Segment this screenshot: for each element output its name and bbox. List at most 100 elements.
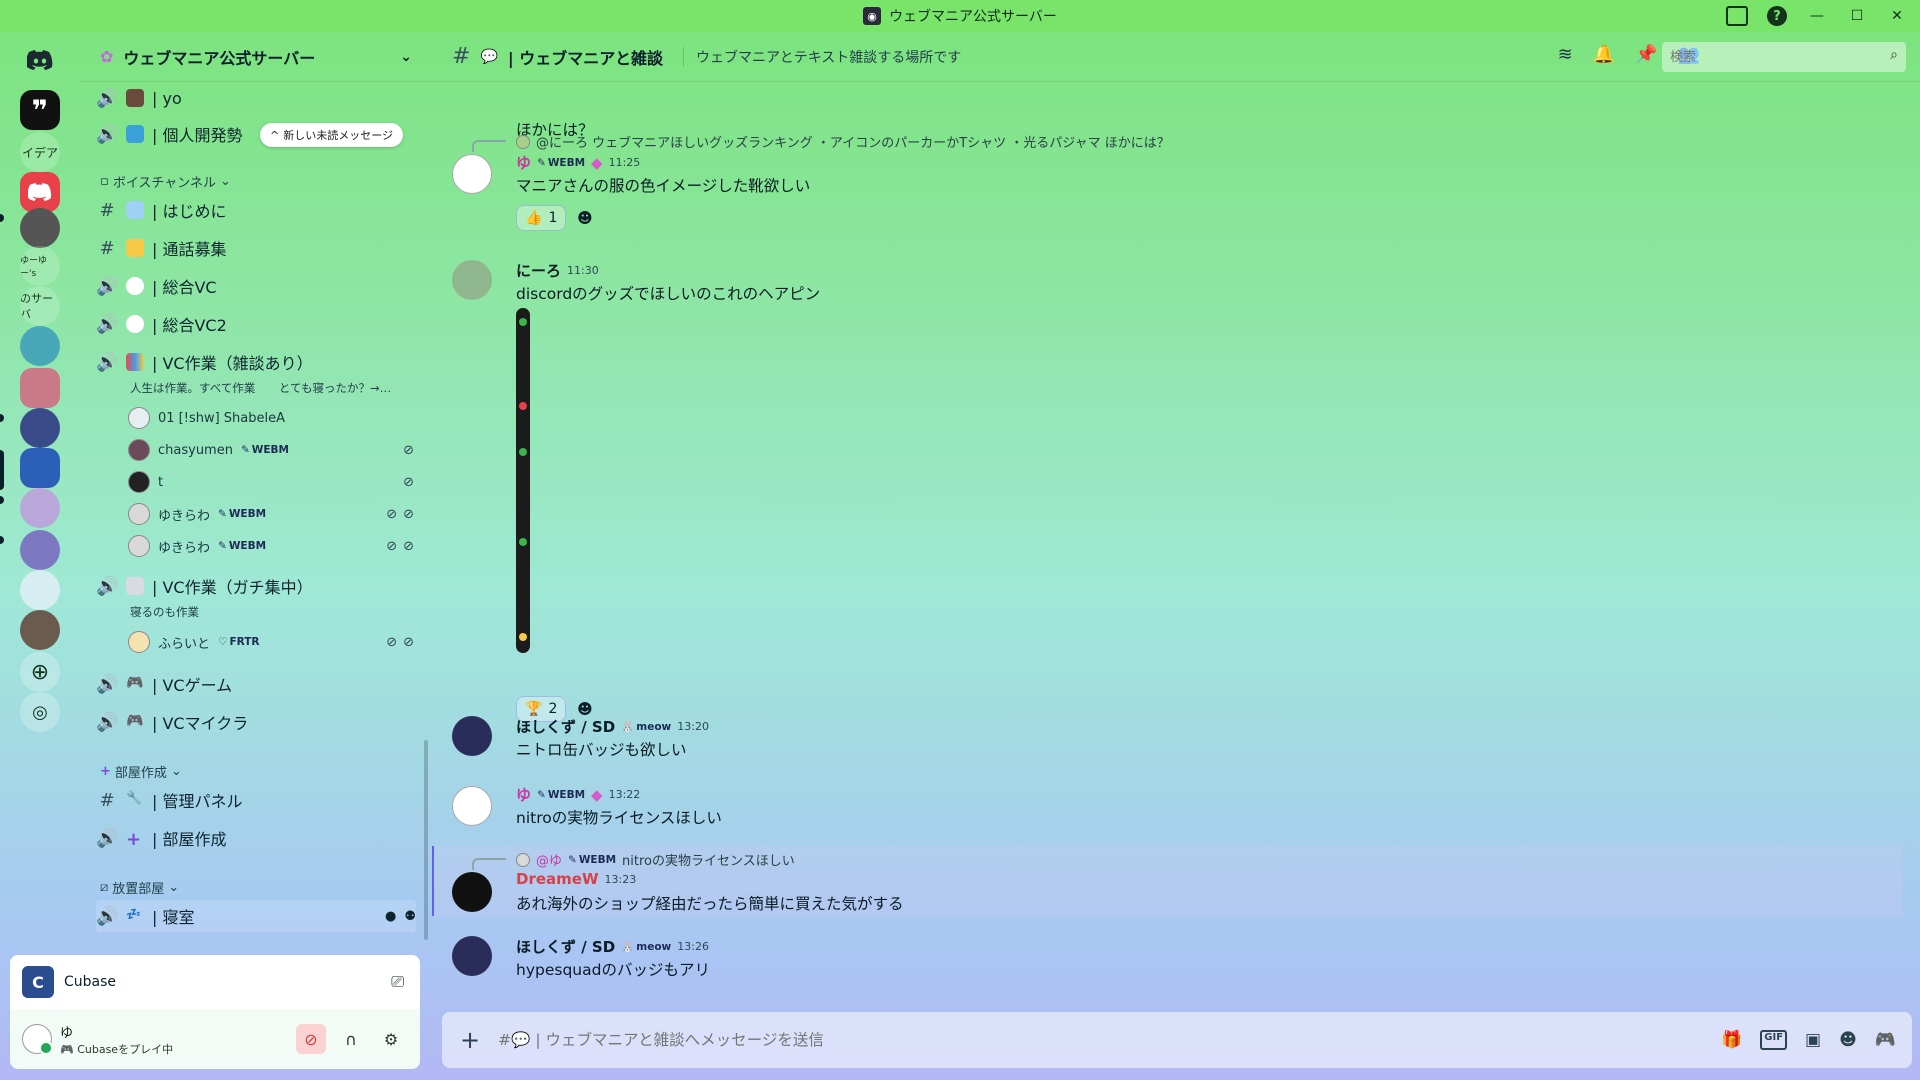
channel-indie-dev[interactable]: 🔊 | 個人開発勢 [96, 118, 416, 150]
avatar[interactable] [22, 1024, 53, 1055]
channel-tsuwa-boshu[interactable]: # | 通話募集 [96, 232, 416, 264]
help-icon[interactable]: ? [1760, 2, 1794, 30]
mic-muted-icon[interactable]: ⊘ [296, 1024, 326, 1054]
server-avatar-4[interactable] [20, 408, 60, 448]
server-avatar-1[interactable] [20, 208, 60, 248]
message-text: discordのグッズでほしいのこれのヘアピン [516, 285, 821, 303]
server-quote-icon[interactable]: ❞ [20, 90, 60, 130]
avatar[interactable] [452, 154, 492, 194]
pin-icon[interactable]: 📌 [1635, 44, 1657, 65]
avatar[interactable] [452, 872, 492, 912]
voice-user[interactable]: chasyumen ✎ WEBM ⊘ [128, 436, 414, 464]
channel-hajimeni[interactable]: # | はじめに [96, 194, 416, 226]
reply-preview[interactable]: @ゆ ✎ WEBM nitroの実物ライセンスほしい [516, 850, 795, 869]
author-name[interactable]: にーろ [516, 260, 561, 281]
category-room-create[interactable]: + 部屋作成 ⌄ [100, 762, 182, 781]
channel-room-create[interactable]: 🔊 + | 部屋作成 [96, 822, 416, 854]
deafened-icon: ⊘ [403, 506, 414, 522]
window-controls: ? — ☐ ✕ [1720, 0, 1914, 32]
message-input[interactable] [498, 1031, 1704, 1049]
server-avatar-6[interactable] [20, 530, 60, 570]
search-input[interactable] [1662, 42, 1906, 72]
voice-user[interactable]: 01 [!shw] ShabeleA [128, 404, 414, 432]
avatar[interactable] [452, 260, 492, 300]
close-icon[interactable]: ✕ [1880, 2, 1914, 30]
server-avatar-2[interactable] [20, 326, 60, 366]
channel-vc-game[interactable]: 🔊 🎮 | VCゲーム [96, 668, 416, 700]
plus-icon: + [126, 829, 142, 850]
avatar [128, 503, 150, 525]
server-avatar-3[interactable] [20, 368, 60, 408]
thumbs-up-icon: 👍 [525, 210, 543, 226]
avatar [516, 852, 530, 867]
selected-server-indicator [0, 450, 4, 490]
activities-icon[interactable]: 🎮 [1875, 1030, 1896, 1050]
inbox-icon[interactable] [1720, 2, 1754, 30]
maximize-icon[interactable]: ☐ [1840, 2, 1874, 30]
channel-sogo-vc[interactable]: 🔊 | 総合VC [96, 270, 416, 302]
channel-vc-minecraft[interactable]: 🔊 🎮 | VCマイクラ [96, 706, 416, 738]
server-yuyu[interactable]: ゆーゆー's [20, 246, 60, 286]
voice-user[interactable]: ふらいと ♡ FRTR ⊘ ⊘ [128, 628, 414, 656]
avatar [128, 535, 150, 557]
channel-yo[interactable]: 🔊 | yo [96, 82, 416, 114]
minimize-icon[interactable]: — [1800, 2, 1834, 30]
voice-user[interactable]: ゆきらわ ✎ WEBM ⊘ ⊘ [128, 500, 414, 528]
server-avatar-5[interactable] [20, 488, 60, 528]
gif-icon[interactable]: GIF [1760, 1030, 1788, 1050]
server-idea[interactable]: イデア [20, 132, 60, 172]
explore-icon[interactable]: ◎ [20, 692, 60, 732]
bell-icon[interactable]: 🔔 [1593, 44, 1615, 65]
hairpin-image[interactable] [516, 308, 530, 653]
threads-icon[interactable]: ≋ [1558, 44, 1573, 65]
category-voice[interactable]: ▫ ボイスチャンネル ⌄ [100, 172, 231, 191]
author-name[interactable]: ゆ [516, 152, 531, 173]
server-avatar-selected[interactable] [20, 448, 60, 488]
gear-icon[interactable]: ⚙ [376, 1024, 406, 1054]
activity-app-name: Cubase [64, 974, 117, 990]
avatar[interactable] [452, 936, 492, 976]
author-name[interactable]: ほしくず / SD [516, 716, 615, 737]
channel-vc-focus[interactable]: 🔊 | VC作業（ガチ集中） [96, 570, 416, 602]
channel-admin-panel[interactable]: # 🔧 | 管理パネル [96, 784, 416, 816]
add-reaction-icon[interactable]: ☻ [572, 205, 598, 231]
server-discord-red-icon[interactable] [20, 172, 60, 212]
book-emoji-icon [126, 201, 144, 219]
avatar[interactable] [452, 716, 492, 756]
voice-user[interactable]: ゆきらわ ✎ WEBM ⊘ ⊘ [128, 532, 414, 560]
channel-topic[interactable]: ウェブマニアとテキスト雑談する場所です [682, 46, 961, 67]
discord-home-icon[interactable] [20, 40, 60, 80]
emoji-icon[interactable]: ☻ [1839, 1030, 1857, 1050]
reaction-thumbs[interactable]: 👍 1 [516, 205, 567, 231]
activity-card[interactable]: C Cubase ⎚ [10, 955, 420, 1009]
channel-title: | ウェブマニアと雑談 [507, 48, 663, 68]
add-server-icon[interactable]: ⊕ [20, 652, 60, 692]
category-afk[interactable]: ⧄ 放置部屋 ⌄ [100, 878, 179, 897]
add-member-icon[interactable]: ⚉ [404, 909, 416, 924]
window-titlebar: ◉ ウェブマニア公式サーバー ? — ☐ ✕ [0, 0, 1920, 32]
server-header[interactable]: ✿ ウェブマニア公式サーバー ⌄ [80, 32, 432, 82]
voice-user[interactable]: t ⊘ [128, 468, 414, 496]
attach-plus-icon[interactable]: + [460, 1026, 480, 1054]
channel-bedroom[interactable]: 🔊 💤 | 寝室 ● ⚉ [96, 900, 416, 932]
chat-bubble-icon[interactable]: ● [385, 909, 396, 924]
avatar[interactable] [452, 786, 492, 826]
reply-preview[interactable]: @にーろ ウェブマニアほしいグッズランキング ・アイコンのパーカーかTシャツ ・… [516, 132, 1170, 151]
server-noserver[interactable]: のサーバ [20, 286, 60, 326]
channel-vc-sagyo[interactable]: 🔊 | VC作業（雑談あり） [96, 346, 416, 378]
screen-share-icon[interactable]: ⎚ [391, 972, 404, 992]
headphones-icon[interactable]: ∩ [336, 1024, 366, 1054]
author-name[interactable]: DreameW [516, 870, 599, 888]
author-name[interactable]: ほしくず / SD [516, 936, 615, 957]
deafened-icon: ⊘ [403, 634, 414, 650]
deafened-icon: ⊘ [403, 538, 414, 554]
sticker-icon[interactable]: ▣ [1805, 1030, 1821, 1050]
mic-muted-icon: ⊘ [386, 634, 398, 650]
gift-icon[interactable]: 🎁 [1721, 1030, 1742, 1050]
server-avatar-8[interactable] [20, 610, 60, 650]
server-avatar-7[interactable] [20, 570, 60, 610]
author-name[interactable]: ゆ [516, 784, 531, 805]
channel-sogo-vc2[interactable]: 🔊 | 総合VC2 [96, 308, 416, 340]
plus-icon: + [100, 764, 111, 779]
sidebar-scrollbar[interactable] [424, 740, 428, 940]
